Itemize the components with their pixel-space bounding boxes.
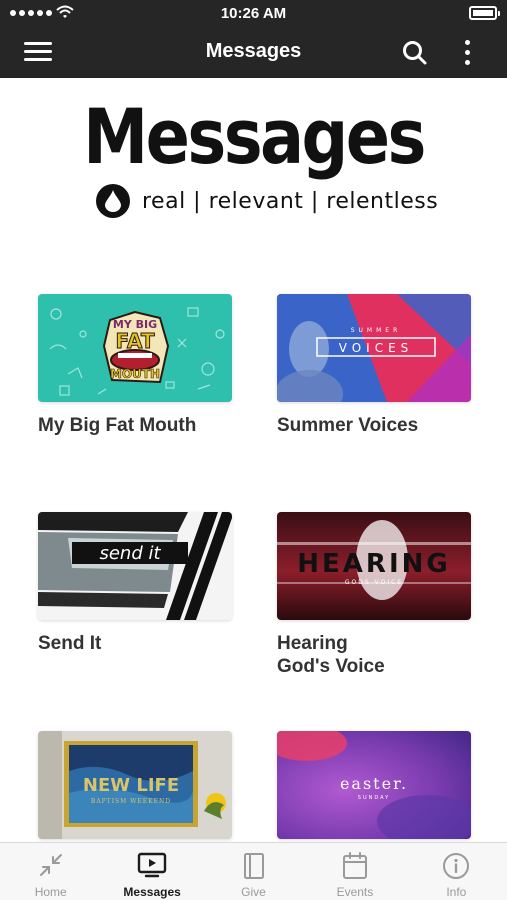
art-text: HEARING [297, 549, 450, 579]
nav-bar: Messages [0, 26, 507, 78]
tab-label: Give [241, 885, 266, 899]
book-icon [243, 853, 264, 879]
status-bar: 10:26 AM [0, 0, 507, 26]
tab-bar: Home Messages Give Events Info [0, 842, 507, 900]
series-thumbnail: NEW LIFE BAPTISM WEEKEND [38, 731, 232, 839]
series-title: Send It [38, 633, 102, 654]
art-text: NEW LIFE [83, 775, 179, 796]
art-text: BAPTISM WEEKEND [91, 798, 171, 805]
logo-title: Messages [83, 92, 426, 181]
art-text: MOUTH [110, 367, 160, 381]
art-text: GODS VOICE [345, 579, 403, 586]
art-text: send it [99, 543, 161, 564]
series-thumbnail: send it [38, 512, 232, 620]
search-button[interactable] [401, 39, 429, 67]
tab-events[interactable]: Events [304, 843, 405, 900]
series-card-hearing-gods-voice[interactable]: HEARING GODS VOICE Hearing God's Voice [277, 512, 471, 678]
logo-tagline: real | relevant | relentless [142, 188, 439, 214]
battery-icon [469, 6, 500, 20]
tab-give[interactable]: Give [203, 843, 304, 900]
series-card-send-it[interactable]: send it Send It [38, 512, 232, 655]
art-text: easter. [340, 774, 408, 793]
series-title: Summer Voices [277, 415, 419, 436]
art-text: VOICES [339, 341, 414, 355]
calendar-icon [342, 852, 367, 879]
info-icon [443, 853, 470, 879]
tab-messages[interactable]: Messages [101, 843, 202, 900]
tab-info[interactable]: Info [406, 843, 507, 900]
more-options-button[interactable] [455, 38, 479, 68]
tab-label: Home [34, 885, 67, 899]
search-icon [403, 41, 427, 65]
header-logo: Messages real | relevant | relentless [0, 78, 507, 238]
logo-tagline-row: real | relevant | relentless [96, 184, 438, 218]
collapse-arrows-icon [39, 854, 62, 876]
series-thumbnail: MY BIG FAT MOUTH [38, 294, 232, 402]
series-card-easter[interactable]: easter. SUNDAY [277, 731, 471, 851]
play-screen-icon [137, 852, 167, 878]
series-thumbnail: SUMMER VOICES [277, 294, 471, 402]
series-card-summer-voices[interactable]: SUMMER VOICES Summer Voices [277, 294, 471, 437]
nav-title: Messages [205, 40, 302, 62]
tab-label: Events [336, 885, 374, 899]
series-title: Hearing God's Voice [277, 633, 385, 677]
series-thumbnail: easter. SUNDAY [277, 731, 471, 839]
series-title: My Big Fat Mouth [38, 415, 197, 436]
tab-home[interactable]: Home [0, 843, 101, 900]
water-drop-icon [96, 184, 130, 218]
tab-label: Info [446, 885, 467, 899]
status-time: 10:26 AM [220, 5, 287, 22]
series-thumbnail: HEARING GODS VOICE [277, 512, 471, 620]
series-card-new-life[interactable]: NEW LIFE BAPTISM WEEKEND [38, 731, 232, 851]
art-text: SUNDAY [358, 795, 390, 801]
tab-label: Messages [123, 885, 181, 899]
art-text: SUMMER [351, 327, 402, 334]
series-card-my-big-fat-mouth[interactable]: MY BIG FAT MOUTH My Big Fat Mouth [38, 294, 232, 437]
